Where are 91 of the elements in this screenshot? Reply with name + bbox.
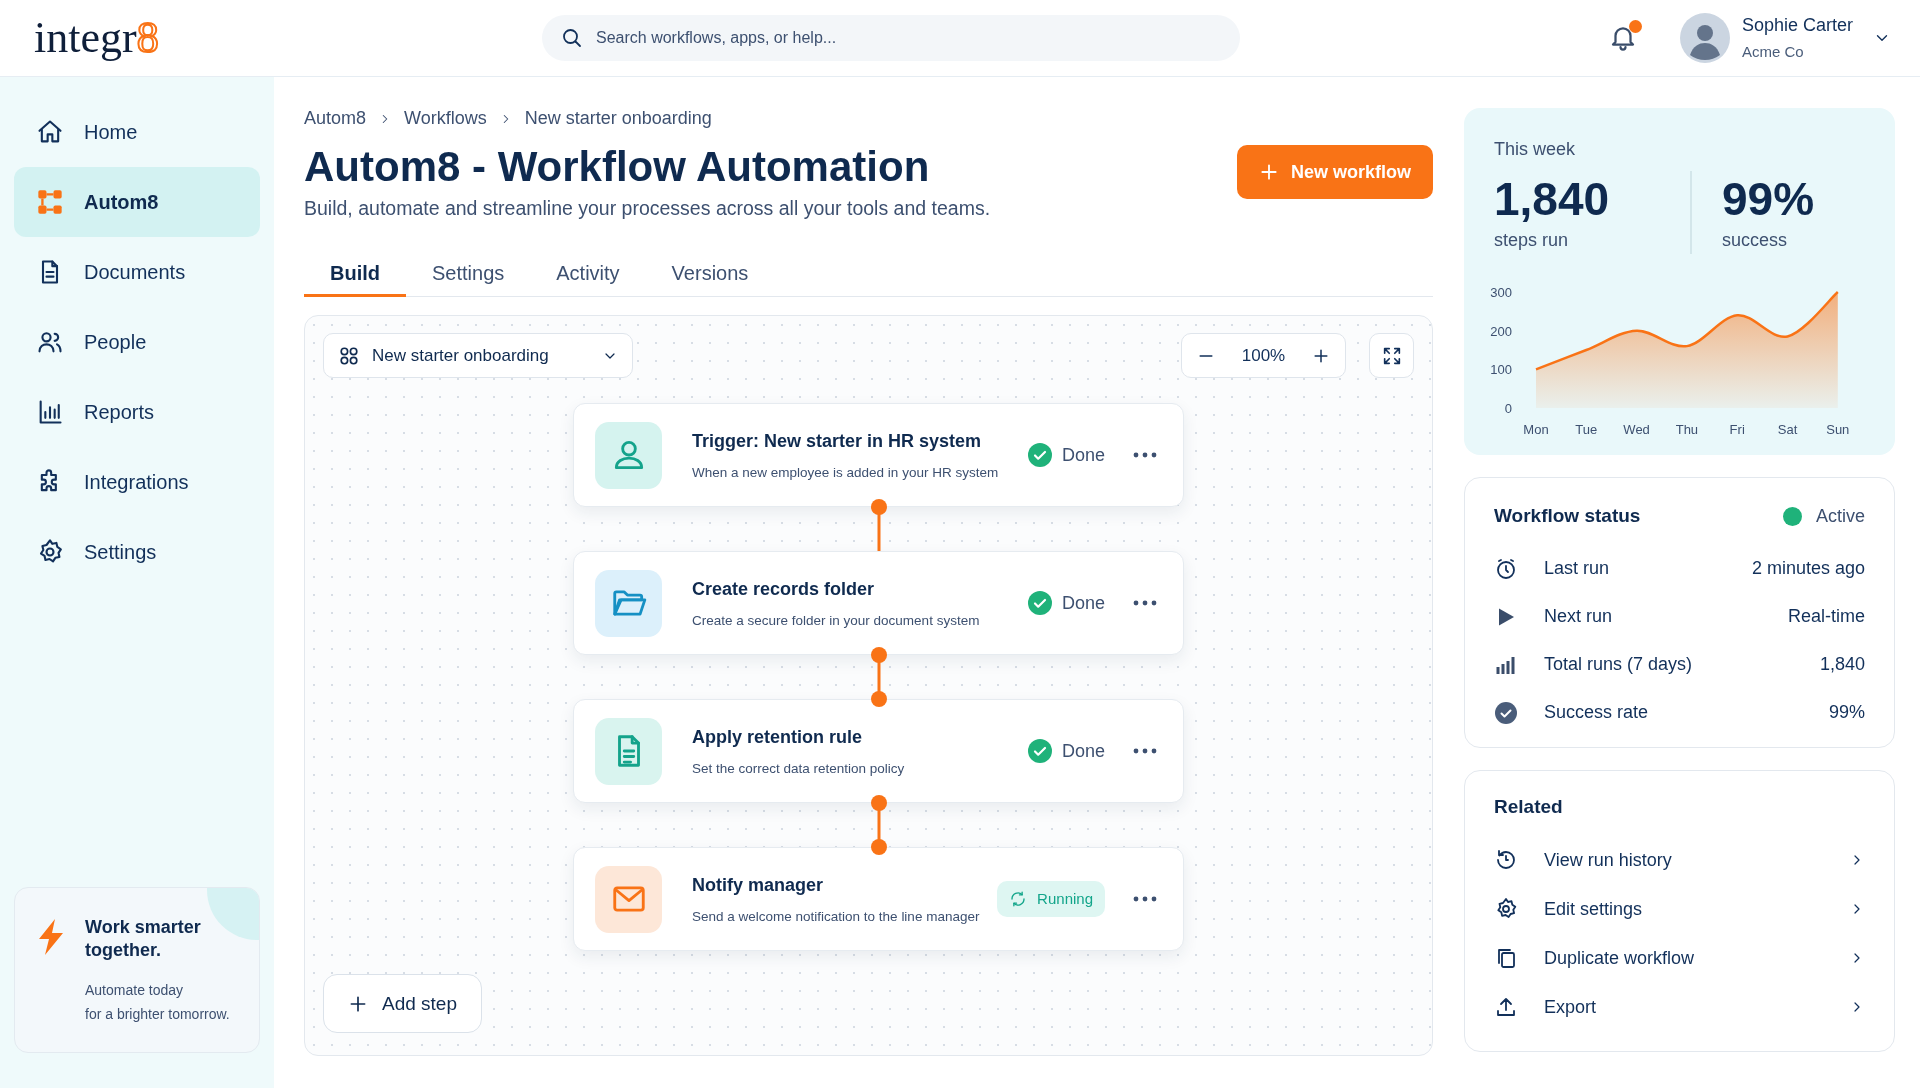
tab[interactable]: Settings <box>406 251 531 298</box>
plus-icon <box>1259 162 1279 182</box>
status-row-value: Real-time <box>1787 605 1865 628</box>
nav-item[interactable]: Integrations <box>14 447 260 517</box>
step-title: Trigger: New starter in HR system <box>692 429 983 453</box>
step-title: Notify manager <box>692 873 825 897</box>
connector <box>869 794 888 857</box>
zoom-level: 100% <box>1241 345 1286 367</box>
page-subtitle: Build, automate and streamline your processes across all your tools and teams. <box>304 196 991 221</box>
running-badge: Running <box>997 881 1105 918</box>
status-label: Done <box>1027 737 1105 765</box>
status-row-label: Success rate <box>1544 701 1649 724</box>
search-icon <box>560 26 584 50</box>
x-tick-label: Tue <box>1575 422 1598 437</box>
company-name: Acme Co <box>1742 42 1805 63</box>
connector <box>869 646 888 709</box>
status-row-label: Next run <box>1544 605 1613 628</box>
y-tick-label: 200 <box>1490 323 1512 339</box>
refresh-icon <box>1009 890 1028 909</box>
status-label: Done <box>1027 441 1105 469</box>
nav-item[interactable]: Autom8 <box>14 167 260 237</box>
status-text: Active <box>1815 504 1865 528</box>
related-link[interactable]: Duplicate workflow <box>1494 933 1865 983</box>
metric-value: 99% <box>1722 172 1815 227</box>
avatar-icon[interactable] <box>1680 13 1730 63</box>
x-tick-label: Wed <box>1623 422 1650 437</box>
step-description: When a new employee is added in your HR system <box>692 463 1000 482</box>
nav-item[interactable]: Documents <box>14 237 260 307</box>
clock-icon <box>1494 556 1518 581</box>
status-row-value: 2 minutes ago <box>1751 557 1865 580</box>
x-tick-label: Fri <box>1729 422 1745 437</box>
nav-item[interactable]: Settings <box>14 517 260 587</box>
related-link[interactable]: View run history <box>1494 835 1865 885</box>
breadcrumb-link[interactable]: Workflows <box>404 105 487 132</box>
tab[interactable]: Versions <box>645 251 775 298</box>
related-link[interactable]: Edit settings <box>1494 884 1865 934</box>
promo-title: Work smarter together. <box>85 916 202 962</box>
status-row-label: Total runs (7 days) <box>1544 653 1693 676</box>
step-description: Create a secure folder in your document system <box>692 611 981 630</box>
user-name: Sophie Carter <box>1742 14 1854 38</box>
more-icon[interactable] <box>1133 451 1157 460</box>
more-icon[interactable] <box>1133 747 1157 756</box>
x-tick-label: Thu <box>1675 422 1699 437</box>
card-title: Workflow status <box>1494 504 1641 528</box>
metric-label: steps run <box>1494 229 1570 252</box>
step-card[interactable]: Notify manager Send a welcome notification to the line manager Running <box>573 847 1184 952</box>
lightning-icon <box>37 918 65 956</box>
x-tick-label: Mon <box>1523 422 1549 437</box>
status-row-value: 99% <box>1828 701 1865 724</box>
y-tick-label: 300 <box>1490 285 1512 300</box>
metric-value: 1,840 <box>1494 172 1611 227</box>
status-row-label: Last run <box>1544 557 1610 580</box>
card-title: Related <box>1494 796 1563 817</box>
history-icon <box>1494 848 1518 872</box>
nav-item[interactable]: Home <box>14 97 260 167</box>
logo[interactable]: integr8 <box>34 16 542 60</box>
step-card[interactable]: Apply retention rule Set the correct data retention policy Done <box>573 699 1184 804</box>
related-link[interactable]: Export <box>1494 982 1865 1032</box>
step-description: Send a welcome notification to the line manager <box>692 907 981 926</box>
workflow-select[interactable]: New starter onboarding <box>323 333 633 379</box>
nav-item[interactable]: Reports <box>14 377 260 447</box>
step-description: Set the correct data retention policy <box>692 759 906 778</box>
tab[interactable]: Build <box>304 251 406 298</box>
more-icon[interactable] <box>1133 895 1157 904</box>
upload-icon <box>1494 995 1518 1019</box>
search-field[interactable]: Search workflows, apps, or help... <box>542 15 1240 61</box>
more-icon[interactable] <box>1133 599 1157 608</box>
x-tick-label: Sat <box>1777 422 1798 437</box>
grid-icon <box>338 344 360 367</box>
step-title: Apply retention rule <box>692 725 863 749</box>
x-tick-label: Sun <box>1826 422 1850 437</box>
step-card[interactable]: Trigger: New starter in HR system When a new employee is added in your HR system Done <box>573 403 1184 508</box>
status-label: Done <box>1027 589 1105 617</box>
check-circle-icon <box>1494 700 1518 725</box>
period-label: This week <box>1494 138 1577 161</box>
promo-text: Automate today for a brighter tomorrow. <box>85 981 230 1024</box>
status-row-value: 1,840 <box>1819 653 1865 676</box>
fullscreen-button[interactable] <box>1369 333 1414 379</box>
settings-icon <box>1494 897 1518 921</box>
y-tick-label: 100 <box>1490 362 1512 378</box>
flow-icon <box>36 188 64 216</box>
step-card[interactable]: Create records folder Create a secure folder in your document system Done <box>573 551 1184 656</box>
y-tick-label: 0 <box>1504 401 1512 416</box>
breadcrumb-link[interactable]: New starter onboarding <box>524 105 712 132</box>
add-step-button[interactable]: Add step <box>323 974 482 1034</box>
step-title: Create records folder <box>692 577 876 601</box>
breadcrumb-link[interactable]: Autom8 <box>304 105 367 132</box>
page-title: Autom8 - Workflow Automation <box>304 142 931 192</box>
nav-item[interactable]: People <box>14 307 260 377</box>
tab[interactable]: Activity <box>530 251 646 298</box>
metric-label: success <box>1722 229 1789 252</box>
